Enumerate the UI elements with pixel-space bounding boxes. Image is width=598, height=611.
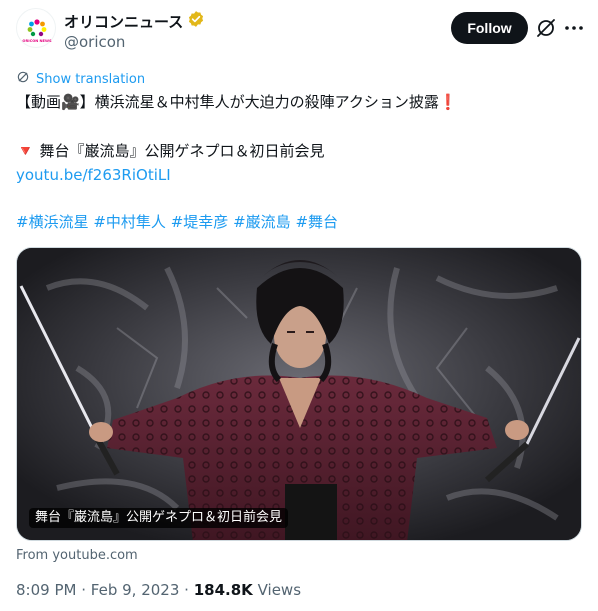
video-thumbnail	[17, 248, 581, 540]
tweet-line-1: 【動画🎥】横浜流星＆中村隼人が大迫力の殺陣アクション披露❗	[16, 93, 458, 111]
tweet-time[interactable]: 8:09 PM	[16, 581, 76, 599]
media-card[interactable]: 舞台『巌流島』公開ゲネプロ＆初日前会見	[16, 247, 582, 541]
meta-separator: ·	[184, 581, 189, 599]
display-name[interactable]: オリコンニュース	[64, 12, 183, 32]
show-translation-label[interactable]: Show translation	[36, 72, 145, 88]
tweet-date[interactable]: Feb 9, 2023	[91, 581, 180, 599]
gold-check-icon	[187, 10, 205, 33]
hashtag-link[interactable]: #巌流島	[233, 213, 291, 231]
views-label: Views	[257, 581, 302, 599]
tweet-meta: 8:09 PM · Feb 9, 2023 · 184.8K Views	[16, 580, 301, 600]
show-translation-link[interactable]: Show translation	[16, 70, 145, 89]
svg-text:ORICON NEWS: ORICON NEWS	[22, 39, 52, 43]
follow-button[interactable]: Follow	[451, 12, 528, 44]
grok-icon[interactable]	[534, 16, 558, 40]
display-name-row[interactable]: オリコンニュース	[64, 10, 205, 33]
more-icon[interactable]	[562, 16, 586, 40]
card-source[interactable]: From youtube.com	[16, 548, 138, 564]
translate-icon	[16, 70, 30, 89]
media-caption: 舞台『巌流島』公開ゲネプロ＆初日前会見	[29, 508, 289, 528]
avatar[interactable]: ORICON NEWS	[16, 8, 56, 48]
handle[interactable]: @oricon	[64, 32, 125, 52]
hashtag-link[interactable]: #中村隼人	[93, 213, 166, 231]
oricon-logo: ORICON NEWS	[22, 19, 52, 43]
video-link[interactable]: youtu.be/f263RiOtiLI	[16, 165, 171, 185]
tweet-line-2: 🔻 舞台『巌流島』公開ゲネプロ＆初日前会見	[16, 142, 325, 160]
meta-separator: ·	[81, 581, 87, 599]
hashtag-row: #横浜流星 #中村隼人 #堤幸彦 #巌流島 #舞台	[16, 212, 338, 232]
hashtag-link[interactable]: #舞台	[295, 213, 338, 231]
hashtag-link[interactable]: #堤幸彦	[171, 213, 229, 231]
hashtag-link[interactable]: #横浜流星	[16, 213, 89, 231]
views-count: 184.8K	[193, 581, 253, 599]
